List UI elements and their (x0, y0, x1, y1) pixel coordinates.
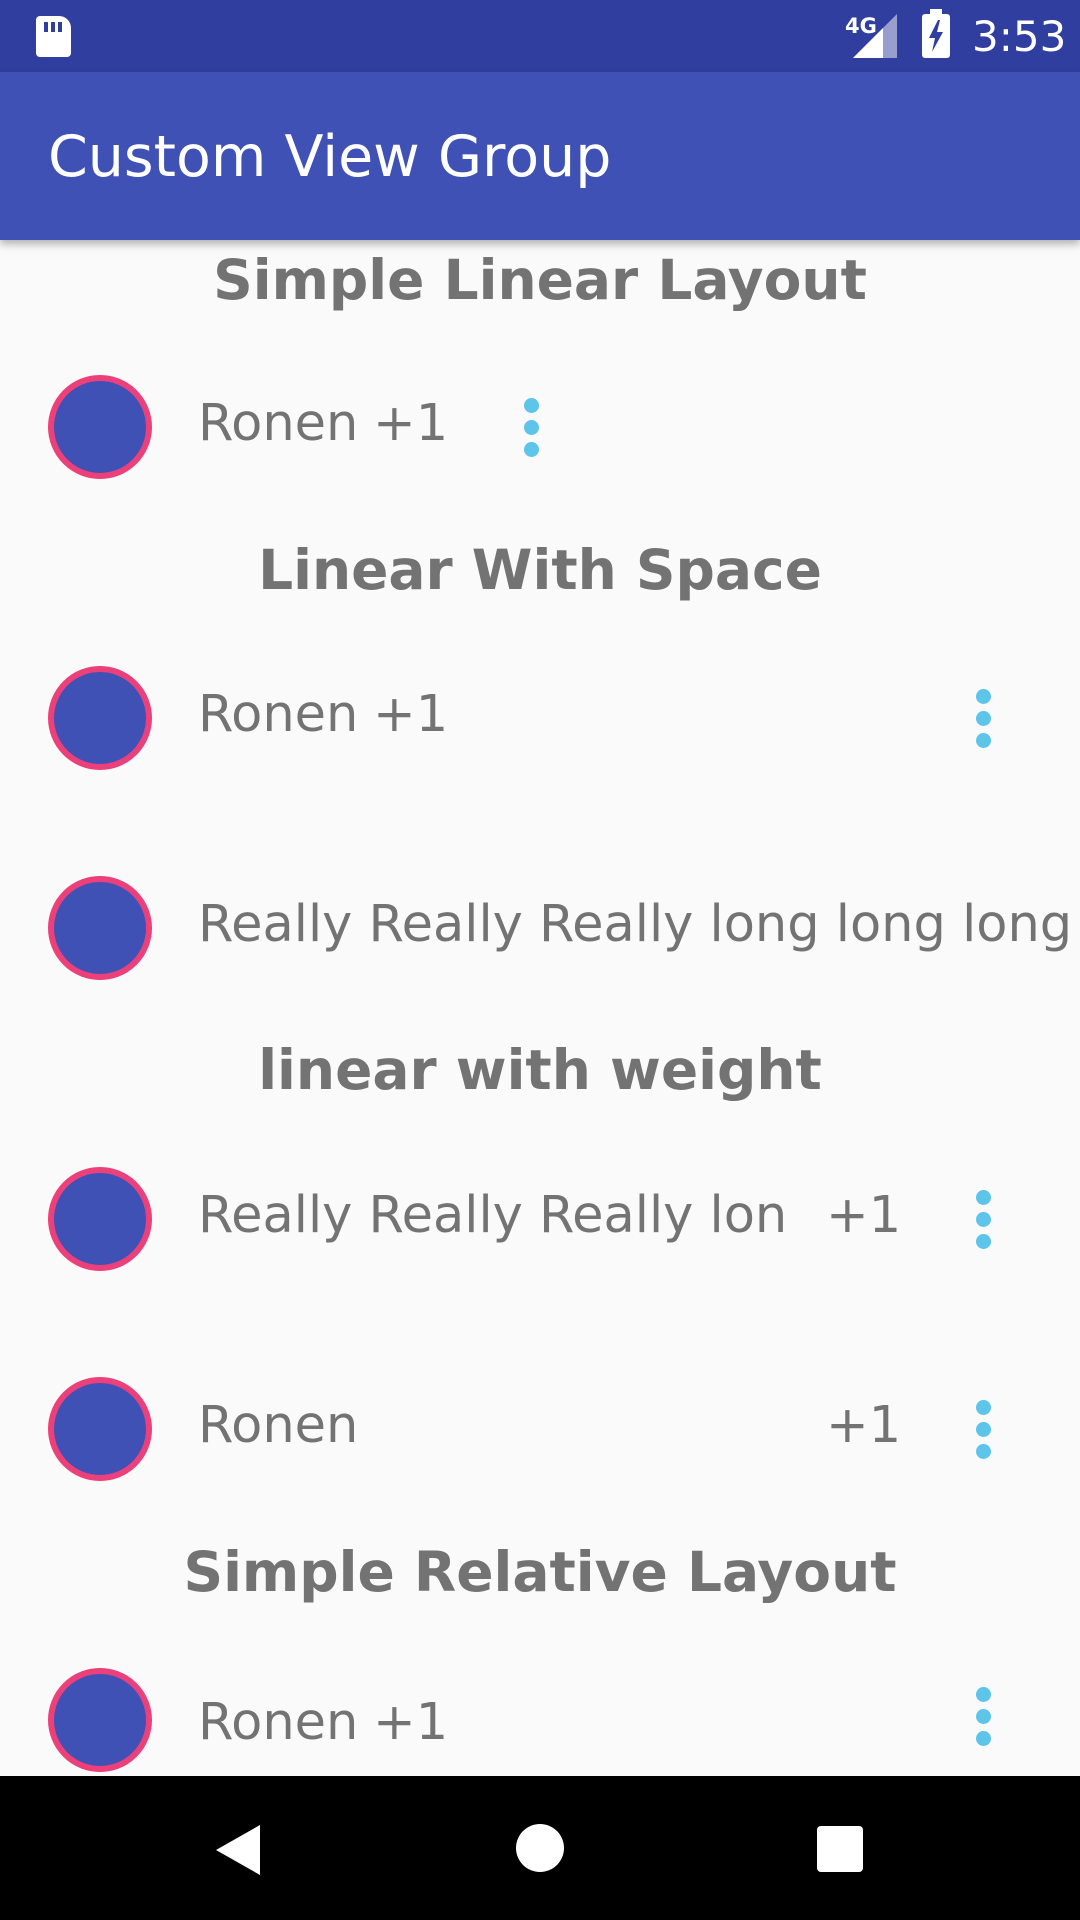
item-name: Really Really Really long long long l… (198, 895, 1073, 954)
back-icon[interactable] (216, 1825, 260, 1875)
section-title-linear-weight: linear with weight (258, 1038, 822, 1102)
home-icon[interactable] (516, 1824, 564, 1872)
section-title-simple-linear: Simple Linear Layout (213, 248, 867, 312)
status-time: 3:53 (972, 12, 1067, 61)
app-bar: Custom View Group (0, 72, 1080, 240)
item-count: +1 (373, 1693, 449, 1752)
recents-icon[interactable] (817, 1826, 863, 1872)
avatar (48, 876, 152, 980)
battery-charging-icon (922, 9, 950, 58)
section-title-simple-relative: Simple Relative Layout (183, 1540, 897, 1604)
more-vert-icon[interactable] (974, 1186, 994, 1254)
item-name: Really Really Really lon… (198, 1186, 788, 1245)
item-count: +1 (373, 685, 449, 744)
avatar (48, 1377, 152, 1481)
sd-card-icon (36, 16, 71, 57)
item-name: Ronen (198, 1693, 359, 1752)
avatar (48, 1668, 152, 1772)
more-vert-icon[interactable] (522, 394, 542, 462)
section-title-linear-space: Linear With Space (258, 538, 822, 602)
item-count: +1 (826, 1396, 902, 1455)
item-name: Ronen (198, 394, 359, 453)
item-name: Ronen (198, 1396, 359, 1455)
status-bar: 4G 3:53 (0, 0, 1080, 72)
avatar (48, 375, 152, 479)
item-count: +1 (826, 1186, 902, 1245)
app-title: Custom View Group (48, 124, 612, 190)
signal-icon (853, 14, 897, 58)
avatar (48, 666, 152, 770)
more-vert-icon[interactable] (974, 1683, 994, 1751)
more-vert-icon[interactable] (974, 685, 994, 753)
item-count: +1 (373, 394, 449, 453)
more-vert-icon[interactable] (974, 1396, 994, 1464)
main-content[interactable]: Simple Linear Layout Ronen +1 Linear Wit… (0, 240, 1080, 1776)
item-name: Ronen (198, 685, 359, 744)
avatar (48, 1167, 152, 1271)
